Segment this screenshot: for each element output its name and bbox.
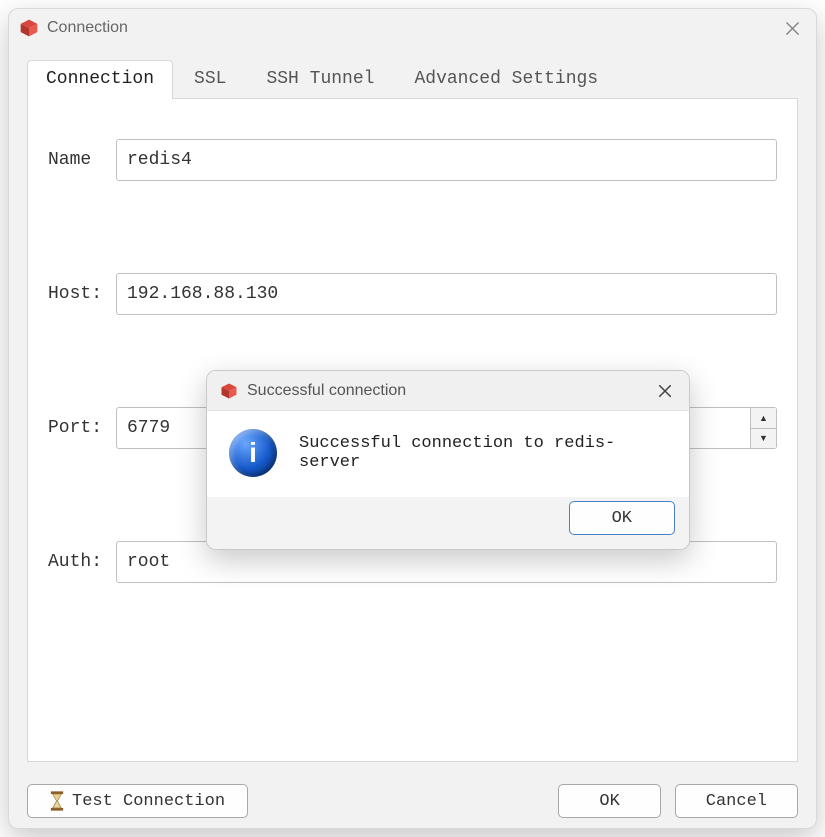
test-connection-button[interactable]: Test Connection (27, 784, 248, 818)
tab-advanced-settings[interactable]: Advanced Settings (395, 60, 617, 99)
ok-button[interactable]: OK (558, 784, 660, 818)
auth-label: Auth: (48, 552, 110, 572)
tab-connection[interactable]: Connection (27, 60, 173, 99)
info-icon: i (229, 429, 277, 477)
success-dialog-ok-button[interactable]: OK (569, 501, 675, 535)
tabstrip: Connection SSL SSH Tunnel Advanced Setti… (27, 59, 798, 99)
host-field[interactable] (116, 273, 777, 315)
tab-ssh-tunnel[interactable]: SSH Tunnel (247, 60, 393, 99)
success-dialog-close-button[interactable] (651, 377, 679, 405)
redis-cube-icon (219, 381, 239, 401)
port-step-up[interactable]: ▲ (751, 408, 776, 429)
titlebar: Connection (9, 9, 816, 47)
success-dialog-footer: OK (207, 497, 689, 549)
success-dialog: Successful connection i Successful conne… (206, 370, 690, 550)
window-close-button[interactable] (778, 14, 806, 42)
success-dialog-title: Successful connection (247, 382, 406, 400)
success-dialog-message: Successful connection to redis-server (299, 434, 667, 472)
port-spinner: ▲ ▼ (751, 407, 777, 449)
tab-ssl[interactable]: SSL (175, 60, 245, 99)
dialog-footer: Test Connection OK Cancel (27, 776, 798, 828)
cancel-button[interactable]: Cancel (675, 784, 798, 818)
test-connection-label: Test Connection (72, 792, 225, 811)
name-label: Name (48, 150, 110, 170)
name-field[interactable] (116, 139, 777, 181)
redis-cube-icon (19, 18, 39, 38)
success-dialog-body: i Successful connection to redis-server (207, 411, 689, 497)
port-label: Port: (48, 418, 110, 438)
port-step-down[interactable]: ▼ (751, 429, 776, 449)
hourglass-icon (50, 791, 64, 811)
window-title: Connection (47, 19, 128, 37)
host-label: Host: (48, 284, 110, 304)
success-dialog-titlebar: Successful connection (207, 371, 689, 411)
